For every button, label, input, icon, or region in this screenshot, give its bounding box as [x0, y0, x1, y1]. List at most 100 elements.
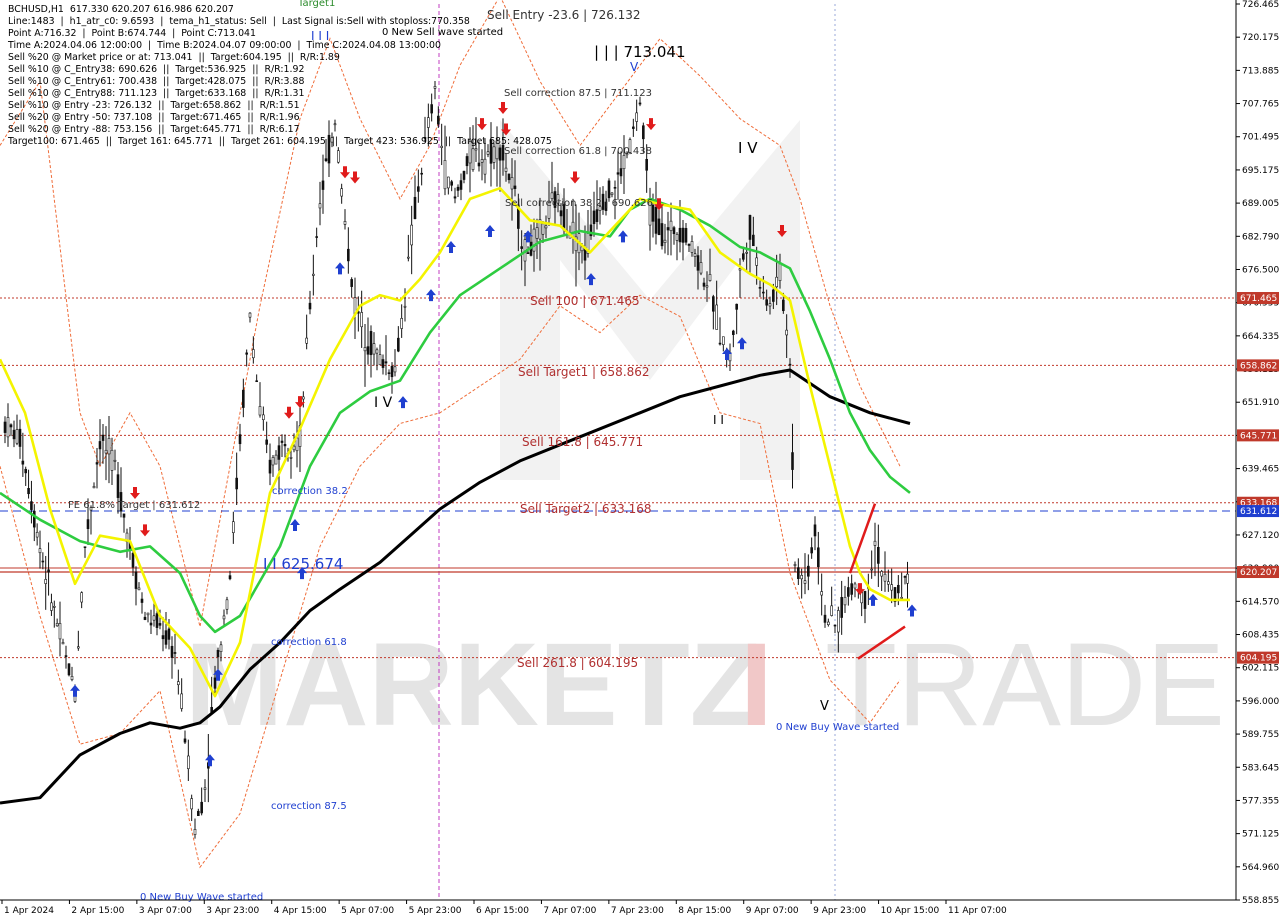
candle-body: [800, 575, 803, 580]
candle-body: [635, 112, 638, 122]
candle-body: [903, 576, 907, 578]
candle-body: [134, 571, 138, 589]
candle-body: [24, 468, 28, 474]
candle-body: [337, 150, 340, 163]
candle-body: [113, 459, 117, 462]
y-tick-label: 571.125: [1242, 830, 1279, 840]
candle-body: [146, 612, 150, 616]
info-line: Sell %10 @ C_Entry88: 711.123 || Target:…: [8, 88, 305, 99]
candle-body: [302, 396, 305, 400]
candle-body: [748, 215, 752, 240]
candle-body: [666, 227, 670, 231]
candle-body: [104, 449, 108, 454]
candle-body: [715, 304, 718, 330]
candle-body: [83, 546, 87, 549]
price-tag-label-0: 671.465: [1240, 294, 1277, 304]
candle-body: [98, 441, 102, 450]
candle-body: [850, 583, 853, 595]
candle-body: [616, 172, 620, 175]
y-tick-label: 614.570: [1242, 597, 1279, 607]
candle-body: [116, 474, 120, 498]
candle-body: [883, 573, 887, 582]
annotation-12: correction 38.2: [272, 486, 348, 497]
candle-body: [410, 224, 413, 246]
candle-body: [498, 147, 502, 161]
candle-body: [3, 421, 7, 433]
candle-body: [762, 291, 765, 294]
candle-body: [86, 519, 90, 530]
candle-body: [660, 223, 664, 247]
candle-body: [131, 552, 135, 568]
y-tick-label: 608.435: [1242, 631, 1279, 641]
candle-body: [35, 531, 39, 538]
candle-body: [170, 645, 174, 658]
candle-body: [27, 488, 30, 495]
candle-body: [164, 630, 168, 645]
candle-body: [77, 646, 80, 649]
candle-body: [504, 167, 508, 172]
candle-body: [742, 253, 745, 260]
candle-body: [813, 524, 817, 537]
candle-body: [122, 513, 126, 518]
x-tick-label: 7 Apr 23:00: [611, 906, 664, 916]
x-tick-label: 7 Apr 07:00: [543, 906, 596, 916]
candle-body: [219, 644, 223, 652]
candle-body: [613, 187, 617, 189]
candle-body: [262, 414, 265, 420]
annotation-16: 0 New Buy Wave started: [140, 892, 263, 903]
candle-body: [80, 592, 83, 603]
candle-body: [268, 459, 272, 474]
candle-body: [870, 568, 873, 571]
level-label-4: Sell 261.8 | 604.195: [517, 656, 638, 670]
candle-body: [483, 158, 487, 175]
candle-body: [190, 798, 193, 810]
candle-body: [492, 146, 496, 163]
candle-body: [38, 548, 42, 554]
candle-body: [47, 569, 50, 573]
candle-body: [193, 829, 197, 835]
candle-body: [32, 510, 36, 528]
price-tag-label-2: 645.771: [1240, 431, 1277, 441]
info-line: Sell %20 @ Entry -88: 753.156 || Target:…: [8, 124, 300, 135]
candle-body: [372, 343, 376, 355]
annotation-7: I V: [374, 395, 393, 411]
candle-body: [456, 186, 460, 191]
candle-body: [12, 429, 16, 440]
candle-body: [507, 173, 511, 181]
candle-body: [417, 186, 420, 192]
candle-body: [177, 681, 180, 686]
candle-body: [873, 540, 877, 546]
info-line: Sell %10 @ Entry -23: 726.132 || Target:…: [8, 100, 300, 111]
candle-body: [535, 227, 539, 239]
candle-body: [820, 591, 823, 596]
candle-body: [708, 274, 712, 281]
annotation-13: I I 625.674: [263, 555, 343, 573]
candle-body: [366, 346, 370, 355]
candle-body: [180, 693, 183, 709]
candle-body: [793, 564, 797, 566]
x-tick-label: 4 Apr 15:00: [274, 906, 327, 916]
candle-body: [465, 156, 469, 167]
x-tick-label: 6 Apr 15:00: [476, 906, 529, 916]
candle-body: [797, 567, 800, 579]
x-tick-label: 5 Apr 07:00: [341, 906, 394, 916]
candle-body: [520, 246, 523, 249]
candle-body: [785, 329, 788, 336]
y-tick-label: 726.465: [1242, 0, 1279, 10]
candle-body: [817, 547, 820, 568]
x-tick-label: 3 Apr 23:00: [206, 906, 259, 916]
x-tick-label: 9 Apr 23:00: [813, 906, 866, 916]
candle-body: [840, 597, 843, 618]
candle-body: [92, 486, 96, 489]
candle-body: [55, 623, 59, 627]
y-tick-label: 602.115: [1242, 664, 1279, 674]
watermark-mid: I: [740, 619, 773, 751]
candle-body: [390, 365, 394, 378]
candle-body: [384, 361, 388, 364]
y-tick-label: 639.465: [1242, 465, 1279, 475]
candle-body: [242, 389, 245, 408]
x-tick-label: 2 Apr 15:00: [71, 906, 124, 916]
candle-body: [775, 276, 778, 288]
candle-body: [274, 454, 278, 465]
candle-body: [459, 180, 463, 190]
